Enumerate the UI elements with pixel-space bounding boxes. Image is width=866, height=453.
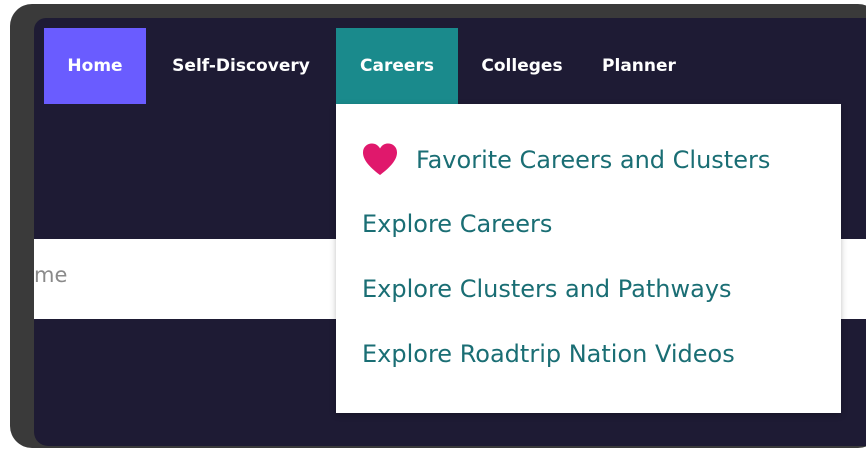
device-frame: Home Self-Discovery Careers Colleges Pla… <box>10 4 866 448</box>
menu-item-favorite-careers[interactable]: Favorite Careers and Clusters <box>362 142 770 178</box>
heart-icon <box>363 143 397 175</box>
menu-item-label: Explore Clusters and Pathways <box>362 275 732 303</box>
menu-item-explore-clusters[interactable]: Explore Clusters and Pathways <box>362 275 732 303</box>
app-screen: Home Self-Discovery Careers Colleges Pla… <box>34 18 866 446</box>
nav-self-discovery[interactable]: Self-Discovery <box>146 28 336 104</box>
nav-planner[interactable]: Planner <box>586 28 692 104</box>
menu-item-explore-roadtrip-videos[interactable]: Explore Roadtrip Nation Videos <box>362 340 735 368</box>
search-input-text: me <box>34 263 68 287</box>
nav-home[interactable]: Home <box>44 28 146 104</box>
main-navbar: Home Self-Discovery Careers Colleges Pla… <box>44 28 692 104</box>
nav-colleges[interactable]: Colleges <box>458 28 586 104</box>
careers-dropdown-menu: Favorite Careers and Clusters Explore Ca… <box>336 104 841 413</box>
menu-item-label: Explore Roadtrip Nation Videos <box>362 340 735 368</box>
menu-item-label: Favorite Careers and Clusters <box>416 146 771 174</box>
nav-careers[interactable]: Careers <box>336 28 458 104</box>
menu-item-explore-careers[interactable]: Explore Careers <box>362 210 552 238</box>
menu-item-label: Explore Careers <box>362 210 553 238</box>
